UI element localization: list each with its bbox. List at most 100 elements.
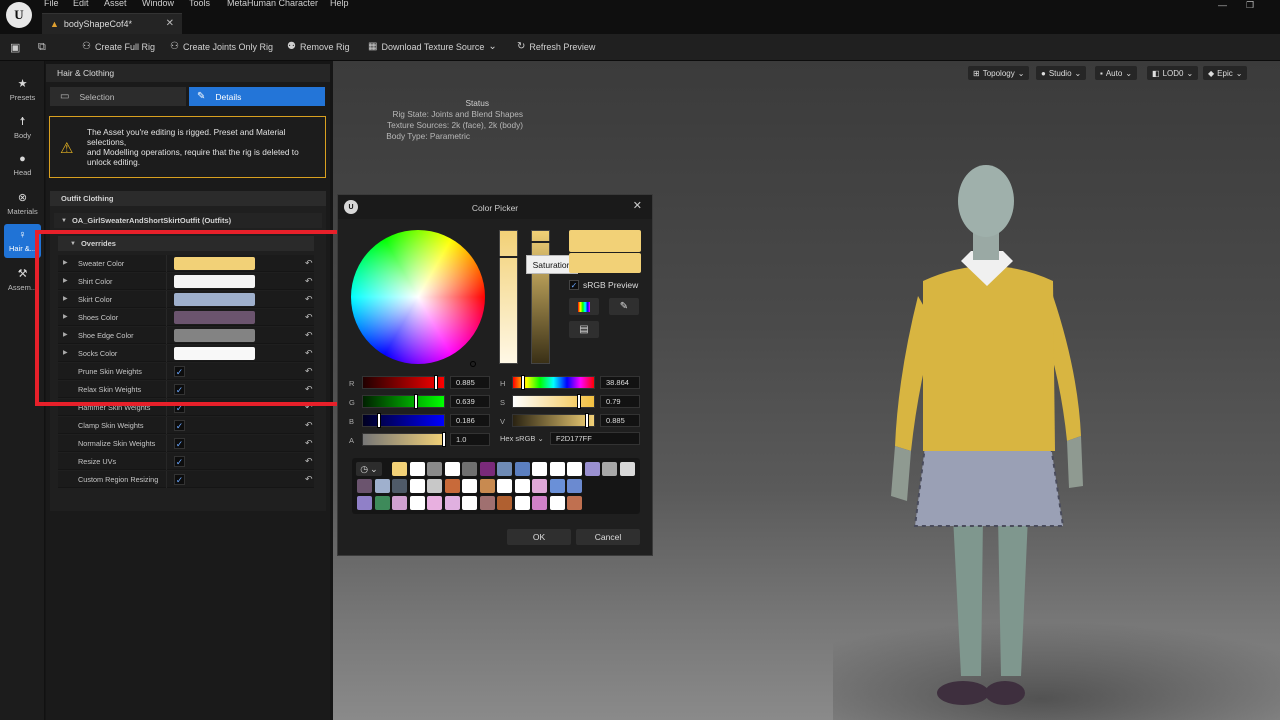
checkbox[interactable]: ✓ xyxy=(174,456,185,467)
unreal-logo-icon[interactable]: U xyxy=(6,2,32,28)
color-swatch[interactable] xyxy=(174,275,255,288)
color-swatch[interactable] xyxy=(174,329,255,342)
overrides-header[interactable]: ▼ Overrides xyxy=(58,236,314,251)
a-slider-thumb[interactable] xyxy=(443,433,445,446)
cancel-button[interactable]: Cancel xyxy=(576,529,640,545)
palette-swatch[interactable] xyxy=(444,496,460,510)
h-slider[interactable] xyxy=(512,376,595,389)
reset-icon[interactable]: ↶ xyxy=(305,312,313,323)
browse-icon[interactable]: ⧉ xyxy=(38,41,46,54)
remove-rig-button[interactable]: ⚉ Remove Rig xyxy=(287,41,350,52)
palette-swatch[interactable] xyxy=(514,496,530,510)
close-icon[interactable]: ✕ xyxy=(633,199,642,212)
v-slider[interactable] xyxy=(512,414,595,427)
palette-swatch[interactable] xyxy=(497,462,512,476)
checkbox[interactable]: ✓ xyxy=(174,438,185,449)
g-slider[interactable] xyxy=(362,395,445,408)
create-full-rig-button[interactable]: ⚇ Create Full Rig xyxy=(82,41,155,52)
h-slider-thumb[interactable] xyxy=(522,376,524,389)
rail-item-body[interactable]: ☨ Body xyxy=(4,110,41,144)
palette-swatch[interactable] xyxy=(514,479,530,493)
reset-icon[interactable]: ↶ xyxy=(305,276,313,287)
hex-mode-dropdown[interactable]: Hex sRGB ⌄ xyxy=(500,434,544,443)
palette-swatch[interactable] xyxy=(409,462,425,476)
palette-swatch[interactable] xyxy=(462,479,477,493)
ok-button[interactable]: OK xyxy=(507,529,571,545)
save-icon[interactable]: ▣ xyxy=(10,41,20,54)
palette-swatch[interactable] xyxy=(532,462,547,476)
menu-window[interactable]: Window xyxy=(142,0,174,8)
rail-item-materials[interactable]: ⊗ Materials xyxy=(4,186,41,220)
palette-swatch[interactable] xyxy=(427,462,442,476)
studio-dropdown[interactable]: ● Studio ⌄ xyxy=(1036,66,1087,80)
b-value-field[interactable]: 0.186 xyxy=(450,414,490,427)
palette-swatch[interactable] xyxy=(514,462,530,476)
r-value-field[interactable]: 0.885 xyxy=(450,376,490,389)
checkbox[interactable]: ✓ xyxy=(174,402,185,413)
minimize-button[interactable]: — xyxy=(1218,0,1227,10)
expand-right-icon[interactable]: ▶ xyxy=(63,349,68,356)
palette-swatch[interactable] xyxy=(409,496,425,510)
palette-swatch[interactable] xyxy=(567,479,582,493)
s-slider-thumb[interactable] xyxy=(578,395,580,408)
color-swatch[interactable] xyxy=(174,311,255,324)
r-slider-thumb[interactable] xyxy=(435,376,437,389)
color-picker-titlebar[interactable]: U Color Picker ✕ xyxy=(338,195,652,219)
expand-right-icon[interactable]: ▶ xyxy=(63,313,68,320)
download-texture-source-button[interactable]: ▦ Download Texture Source ⌄ xyxy=(368,41,497,52)
palette-swatch[interactable] xyxy=(392,496,407,510)
rail-item-assembly[interactable]: ⚒ Assem... xyxy=(4,262,41,296)
v-value-field[interactable]: 0.885 xyxy=(600,414,640,427)
reset-icon[interactable]: ↶ xyxy=(305,294,313,305)
b-slider[interactable] xyxy=(362,414,445,427)
palette-swatch[interactable] xyxy=(584,462,600,476)
asset-tab[interactable]: ▲ bodyShapeCof4* ✕ xyxy=(42,13,182,34)
restore-button[interactable]: ❐ xyxy=(1246,0,1254,11)
palette-swatch[interactable] xyxy=(374,479,390,493)
create-joints-only-rig-button[interactable]: ⚇ Create Joints Only Rig xyxy=(170,41,273,52)
s-value-field[interactable]: 0.79 xyxy=(600,395,640,408)
tab-details[interactable]: ✎ Details xyxy=(189,87,325,106)
v-slider-thumb[interactable] xyxy=(586,414,588,427)
srgb-preview-checkbox[interactable]: ✓ xyxy=(569,280,579,290)
menu-metahuman-character[interactable]: MetaHuman Character xyxy=(227,0,318,8)
palette-swatch[interactable] xyxy=(532,479,547,493)
topology-dropdown[interactable]: ⊞ Topology ⌄ xyxy=(968,66,1030,80)
palette-swatch[interactable] xyxy=(497,479,512,493)
a-slider[interactable] xyxy=(362,433,445,446)
color-swatch[interactable] xyxy=(174,293,255,306)
checkbox[interactable]: ✓ xyxy=(174,474,185,485)
menu-asset[interactable]: Asset xyxy=(104,0,127,8)
tab-selection[interactable]: ▭ Selection xyxy=(50,87,186,106)
palette-swatch[interactable] xyxy=(479,479,495,493)
palette-swatch[interactable] xyxy=(392,479,407,493)
palette-swatch[interactable] xyxy=(374,496,390,510)
rail-item-hair-clothing[interactable]: ♀ Hair &... xyxy=(4,224,41,258)
reset-icon[interactable]: ↶ xyxy=(305,474,313,485)
palette-swatch[interactable] xyxy=(567,496,582,510)
reset-icon[interactable]: ↶ xyxy=(305,330,313,341)
color-swatch[interactable] xyxy=(174,257,255,270)
palette-swatch[interactable] xyxy=(462,496,477,510)
outfit-asset-header[interactable]: ▼ OA_GirlSweaterAndShortSkirtOutfit (Out… xyxy=(54,213,322,228)
expand-right-icon[interactable]: ▶ xyxy=(63,331,68,338)
color-wheel-marker[interactable] xyxy=(470,361,476,367)
rail-item-presets[interactable]: ★ Presets xyxy=(4,72,41,106)
menu-edit[interactable]: Edit xyxy=(73,0,89,8)
palette-swatch[interactable] xyxy=(549,462,565,476)
palette-swatch[interactable] xyxy=(357,479,372,493)
rail-item-head[interactable]: ● Head xyxy=(4,148,41,182)
palette-swatch[interactable] xyxy=(532,496,547,510)
quality-dropdown[interactable]: ◆ Epic ⌄ xyxy=(1203,66,1248,80)
s-slider[interactable] xyxy=(512,395,595,408)
palette-swatch[interactable] xyxy=(602,462,617,476)
palette-swatch[interactable] xyxy=(462,462,477,476)
color-themes-button[interactable] xyxy=(569,298,599,315)
expand-right-icon[interactable]: ▶ xyxy=(63,295,68,302)
palette-swatch[interactable] xyxy=(479,462,495,476)
saturation-bar[interactable] xyxy=(531,230,550,364)
lod-dropdown[interactable]: ◧ LOD0 ⌄ xyxy=(1147,66,1199,80)
menu-help[interactable]: Help xyxy=(330,0,349,8)
reset-icon[interactable]: ↶ xyxy=(305,348,313,359)
g-slider-thumb[interactable] xyxy=(415,395,417,408)
